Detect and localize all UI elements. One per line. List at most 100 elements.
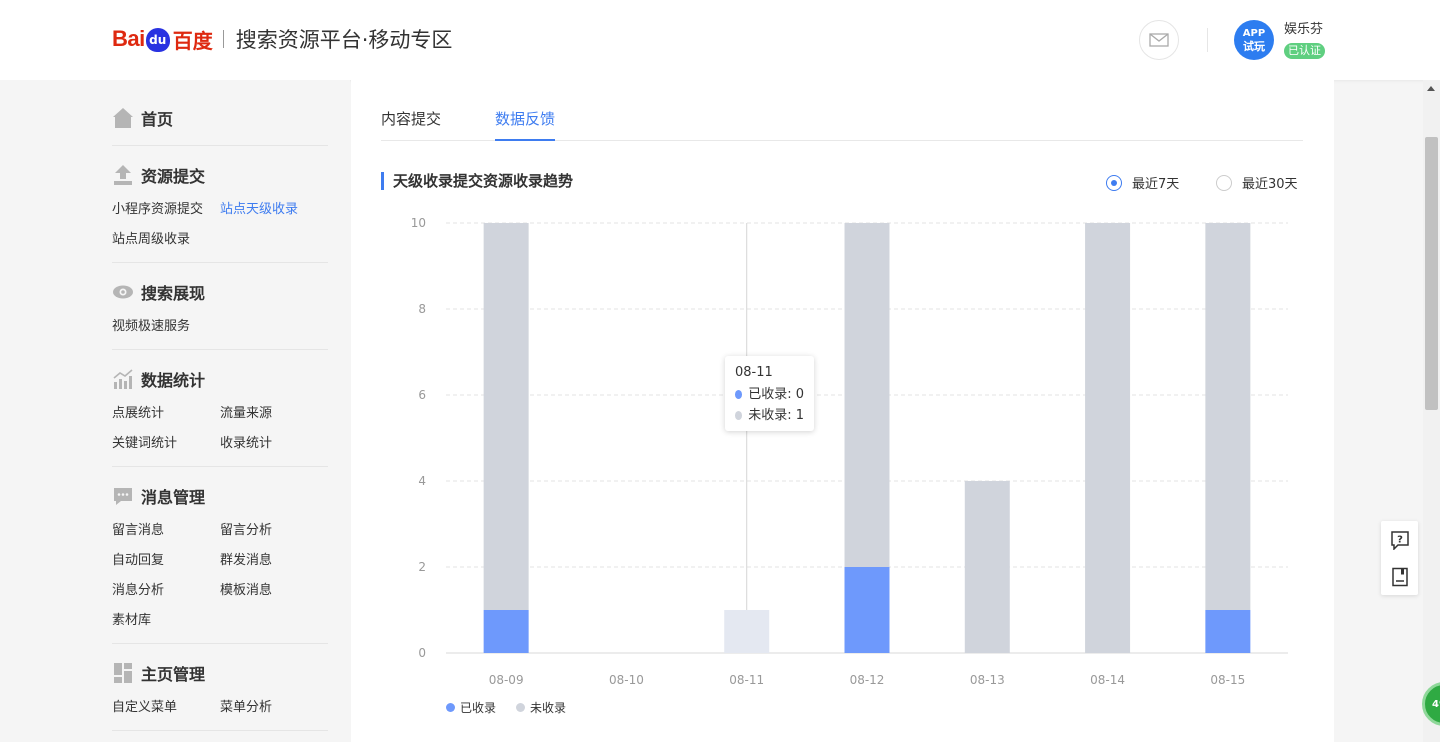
y-tick-label: 2 xyxy=(418,560,426,574)
sidebar: 首页 资源提交 小程序资源提交 站点天级收录 站点周级收录 搜索展现 视频极速服… xyxy=(0,80,350,742)
tooltip-row-not-indexed: 未收录: 1 xyxy=(735,405,804,426)
sidebar-divider xyxy=(112,262,328,263)
sidebar-item-miniapp-submit[interactable]: 小程序资源提交 xyxy=(112,200,220,219)
floating-toolbar: ? xyxy=(1381,521,1418,595)
legend-label-indexed: 已收录 xyxy=(460,701,497,715)
section-title-submit: 资源提交 xyxy=(141,167,206,186)
sidebar-divider xyxy=(112,730,328,731)
section-title-stats: 数据统计 xyxy=(141,371,206,390)
eye-icon xyxy=(112,281,134,303)
sidebar-item-template-msg[interactable]: 模板消息 xyxy=(220,581,328,600)
main-panel: 内容提交 数据反馈 天级收录提交资源收录趋势 最近7天 最近30天 0 2 4 6 8 1… xyxy=(351,80,1334,742)
sidebar-item-index-stats[interactable]: 收录统计 xyxy=(220,434,328,453)
help-icon: ? xyxy=(1390,530,1409,550)
sidebar-item-comment-msg[interactable]: 留言消息 xyxy=(112,521,220,540)
chart-legend: 已收录 未收录 xyxy=(446,699,586,716)
tab-data-feedback[interactable]: 数据反馈 xyxy=(495,108,556,141)
sidebar-home-label: 首页 xyxy=(141,110,174,129)
bar-not-indexed xyxy=(844,223,890,567)
radio-label-30: 最近30天 xyxy=(1242,177,1298,192)
tooltip-row-indexed: 已收录: 0 xyxy=(735,384,804,405)
stats-icon xyxy=(112,368,134,390)
mail-icon xyxy=(1149,33,1169,47)
radio-last-30-days[interactable]: 最近30天 xyxy=(1216,173,1298,192)
y-tick-label: 6 xyxy=(418,388,426,402)
sidebar-item-custom-menu[interactable]: 自定义菜单 xyxy=(112,698,220,717)
logo-text-bai: Bai xyxy=(112,26,145,51)
sidebar-item-auto-reply[interactable]: 自动回复 xyxy=(112,551,220,570)
radio-checked-icon xyxy=(1106,174,1122,191)
avatar-line2: 试玩 xyxy=(1243,40,1265,53)
tab-content-submit[interactable]: 内容提交 xyxy=(381,108,441,141)
sidebar-divider xyxy=(112,349,328,350)
y-tick-label: 8 xyxy=(418,302,426,316)
page-scrollbar[interactable] xyxy=(1423,80,1440,742)
radio-last-7-days[interactable]: 最近7天 xyxy=(1106,173,1179,192)
verified-badge: 已认证 xyxy=(1284,43,1325,59)
layout-icon xyxy=(112,662,134,684)
bar-not-indexed xyxy=(1085,223,1131,653)
platform-title: 搜索资源平台·移动专区 xyxy=(235,28,453,52)
logo-divider xyxy=(222,30,224,48)
mail-button[interactable] xyxy=(1139,20,1179,60)
section-title-messages: 消息管理 xyxy=(141,488,206,507)
username[interactable]: 娱乐芬 xyxy=(1284,18,1323,37)
tooltip-indexed-value: 已收录: 0 xyxy=(748,387,804,402)
sidebar-item-video-speed[interactable]: 视频极速服务 xyxy=(112,317,220,336)
bar-not-indexed xyxy=(1205,223,1251,610)
sidebar-item-broadcast[interactable]: 群发消息 xyxy=(220,551,328,570)
baidu-logo[interactable]: Bai du 百度 搜索资源平台·移动专区 xyxy=(112,24,452,54)
sidebar-item-keyword-stats[interactable]: 关键词统计 xyxy=(112,434,220,453)
feedback-button[interactable] xyxy=(1381,558,1418,595)
legend-item-indexed[interactable]: 已收录 xyxy=(446,699,496,716)
legend-dot-not-indexed xyxy=(516,703,526,712)
notebook-icon xyxy=(1391,567,1408,586)
tooltip-dot-not-indexed xyxy=(735,411,743,420)
x-tick-label: 08-15 xyxy=(1210,673,1245,687)
svg-text:?: ? xyxy=(1397,534,1403,545)
legend-dot-indexed xyxy=(446,703,455,712)
avatar-line1: APP xyxy=(1242,28,1266,39)
x-tick-label: 08-09 xyxy=(489,673,524,687)
sidebar-item-material-lib[interactable]: 素材库 xyxy=(112,611,220,630)
sidebar-item-traffic-source[interactable]: 流量来源 xyxy=(220,404,328,423)
x-tick-label: 08-11 xyxy=(729,673,764,687)
index-trend-chart[interactable]: 0 2 4 6 8 10 08-09 08-10 08-11 08-12 08-13 08-14 08-… xyxy=(351,210,1334,690)
header-divider xyxy=(1207,28,1208,52)
sidebar-section-display: 搜索展现 视频极速服务 xyxy=(112,280,328,336)
tooltip-not-indexed-value: 未收录: 1 xyxy=(748,408,804,423)
upload-icon xyxy=(112,164,134,186)
sidebar-section-stats: 数据统计 点展统计 流量来源 关键词统计 收录统计 xyxy=(112,367,328,453)
scroll-up-icon[interactable] xyxy=(1427,86,1435,91)
y-tick-label: 10 xyxy=(411,216,426,230)
bar-indexed xyxy=(1205,610,1251,653)
section-title-homepage: 主页管理 xyxy=(141,665,206,684)
avatar[interactable]: APP 试玩 xyxy=(1234,20,1274,60)
x-tick-label: 08-12 xyxy=(850,673,885,687)
y-tick-label: 0 xyxy=(418,646,426,660)
sidebar-divider xyxy=(112,643,328,644)
tooltip-date: 08-11 xyxy=(735,365,773,380)
sidebar-item-daily-index[interactable]: 站点天级收录 xyxy=(220,200,328,219)
radio-unchecked-icon xyxy=(1216,174,1232,191)
bar-not-indexed xyxy=(964,481,1010,653)
y-tick-label: 4 xyxy=(418,474,426,488)
top-header: Bai du 百度 搜索资源平台·移动专区 APP 试玩 娱乐芬 已认证 xyxy=(0,0,1440,80)
x-tick-label: 08-13 xyxy=(970,673,1005,687)
logo-text-cn: 百度 xyxy=(172,28,213,53)
sidebar-item-impression-stats[interactable]: 点展统计 xyxy=(112,404,220,423)
scrollbar-thumb[interactable] xyxy=(1425,137,1438,410)
section-title-display: 搜索展现 xyxy=(141,284,206,303)
sidebar-item-menu-analysis[interactable]: 菜单分析 xyxy=(220,698,328,717)
sidebar-item-msg-analysis[interactable]: 消息分析 xyxy=(112,581,220,600)
legend-item-not-indexed[interactable]: 未收录 xyxy=(516,699,566,716)
bar-not-indexed xyxy=(724,610,770,653)
sidebar-item-comment-analysis[interactable]: 留言分析 xyxy=(220,521,328,540)
tooltip-dot-indexed xyxy=(735,390,743,399)
sidebar-home[interactable]: 首页 xyxy=(112,106,328,130)
sidebar-item-weekly-index[interactable]: 站点周级收录 xyxy=(112,230,220,249)
sidebar-section-homepage: 主页管理 自定义菜单 菜单分析 xyxy=(112,661,328,717)
tab-bar: 内容提交 数据反馈 xyxy=(381,108,1303,141)
help-button[interactable]: ? xyxy=(1381,521,1418,558)
message-icon xyxy=(112,485,134,507)
